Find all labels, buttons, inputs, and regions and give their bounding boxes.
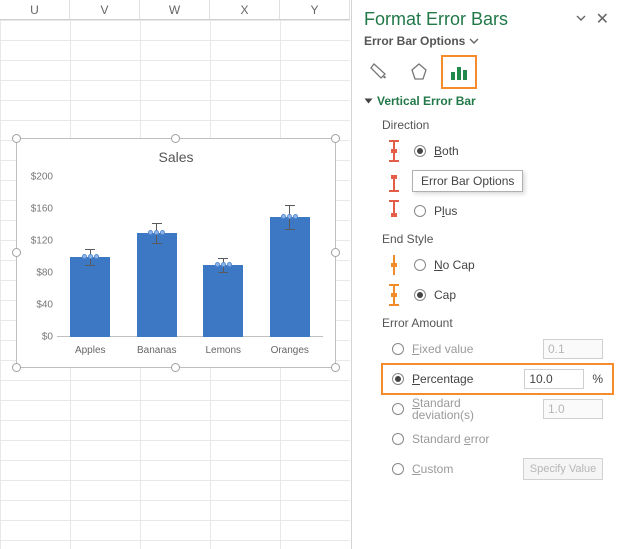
y-tick-label: $0: [21, 332, 57, 343]
dropdown-caret-icon[interactable]: [576, 12, 586, 26]
error-bar-selection: [80, 254, 100, 259]
option-label: Custom: [412, 462, 515, 476]
direction-both-option[interactable]: Both: [352, 136, 619, 166]
radio[interactable]: [414, 259, 426, 271]
section-header[interactable]: Vertical Error Bar: [352, 94, 619, 112]
direction-label: Direction: [352, 112, 619, 136]
column-headers: U V W X Y: [0, 0, 350, 20]
percent-suffix: %: [592, 372, 603, 386]
option-label: No Cap: [434, 258, 475, 272]
amount-custom-option[interactable]: Custom Specify Value: [352, 454, 619, 484]
col-header[interactable]: U: [0, 0, 70, 19]
y-tick-label: $120: [21, 236, 57, 247]
bar[interactable]: [70, 257, 110, 337]
y-tick-label: $200: [21, 172, 57, 183]
radio[interactable]: [414, 145, 426, 157]
option-label: Percentage: [412, 372, 516, 386]
format-pane: Format Error Bars ✕ Error Bar Options Er…: [351, 0, 619, 549]
option-label: Fixed value: [412, 342, 535, 356]
radio[interactable]: [414, 289, 426, 301]
error-bar-selection: [147, 230, 167, 235]
endstyle-label: End Style: [352, 226, 619, 250]
amount-stderr-option[interactable]: Standard error: [352, 424, 619, 454]
error-bar-selection: [280, 214, 300, 219]
x-tick-label: Oranges: [260, 345, 320, 356]
resize-handle[interactable]: [12, 134, 21, 143]
col-header[interactable]: V: [70, 0, 140, 19]
radio[interactable]: [414, 205, 426, 217]
plus-icon: [382, 199, 406, 223]
embedded-chart[interactable]: Sales $0$40$80$120$160$200ApplesBananasL…: [16, 138, 336, 368]
option-label: Standard error: [412, 432, 603, 446]
bar[interactable]: [203, 265, 243, 337]
bar-options-tab-icon[interactable]: [444, 58, 474, 86]
option-label: Cap: [434, 288, 456, 302]
amount-percentage-option[interactable]: Percentage %: [382, 364, 613, 394]
radio[interactable]: [392, 373, 404, 385]
options-dropdown[interactable]: Error Bar Options: [352, 34, 619, 54]
percentage-input[interactable]: [524, 369, 584, 389]
resize-handle[interactable]: [331, 134, 340, 143]
col-header[interactable]: W: [140, 0, 210, 19]
x-tick-label: Lemons: [193, 345, 253, 356]
y-tick-label: $80: [21, 268, 57, 279]
direction-plus-option[interactable]: Plus: [352, 196, 619, 226]
amount-label: Error Amount: [352, 310, 619, 334]
resize-handle[interactable]: [171, 134, 180, 143]
resize-handle[interactable]: [331, 248, 340, 257]
option-label: Plus: [434, 204, 457, 218]
tab-icons: Error Bar Options: [352, 54, 619, 94]
radio[interactable]: [392, 433, 404, 445]
bar[interactable]: [137, 233, 177, 337]
amount-fixed-option[interactable]: Fixed value: [352, 334, 619, 364]
tooltip: Error Bar Options: [412, 170, 523, 192]
nocap-icon: [382, 253, 406, 277]
options-label: Error Bar Options: [364, 34, 465, 48]
col-header[interactable]: X: [210, 0, 280, 19]
fixed-value-input[interactable]: [543, 339, 603, 359]
resize-handle[interactable]: [12, 363, 21, 372]
spreadsheet-area: U V W X Y Sales $0$40$80$120$160$200Appl…: [0, 0, 350, 549]
error-bar-selection: [213, 262, 233, 267]
minus-icon: [382, 169, 406, 193]
y-tick-label: $160: [21, 204, 57, 215]
close-icon[interactable]: ✕: [596, 9, 609, 29]
resize-handle[interactable]: [171, 363, 180, 372]
pane-title: Format Error Bars: [364, 9, 508, 30]
option-label: Both: [434, 144, 459, 158]
both-icon: [382, 139, 406, 163]
effects-tab-icon[interactable]: [404, 58, 434, 86]
bar[interactable]: [270, 217, 310, 337]
option-label: Standarddeviation(s): [412, 397, 535, 421]
fill-line-tab-icon[interactable]: [364, 58, 394, 86]
radio[interactable]: [392, 403, 404, 415]
radio[interactable]: [392, 463, 404, 475]
stddev-input[interactable]: [543, 399, 603, 419]
amount-stddev-option[interactable]: Standarddeviation(s): [352, 394, 619, 424]
resize-handle[interactable]: [12, 248, 21, 257]
cap-icon: [382, 283, 406, 307]
radio[interactable]: [392, 343, 404, 355]
x-tick-label: Apples: [60, 345, 120, 356]
endstyle-cap-option[interactable]: Cap: [352, 280, 619, 310]
endstyle-nocap-option[interactable]: No Cap: [352, 250, 619, 280]
col-header[interactable]: Y: [280, 0, 350, 19]
plot-area[interactable]: $0$40$80$120$160$200ApplesBananasLemonsO…: [57, 177, 323, 337]
x-tick-label: Bananas: [127, 345, 187, 356]
specify-value-button[interactable]: Specify Value: [523, 458, 603, 480]
y-tick-label: $40: [21, 300, 57, 311]
resize-handle[interactable]: [331, 363, 340, 372]
